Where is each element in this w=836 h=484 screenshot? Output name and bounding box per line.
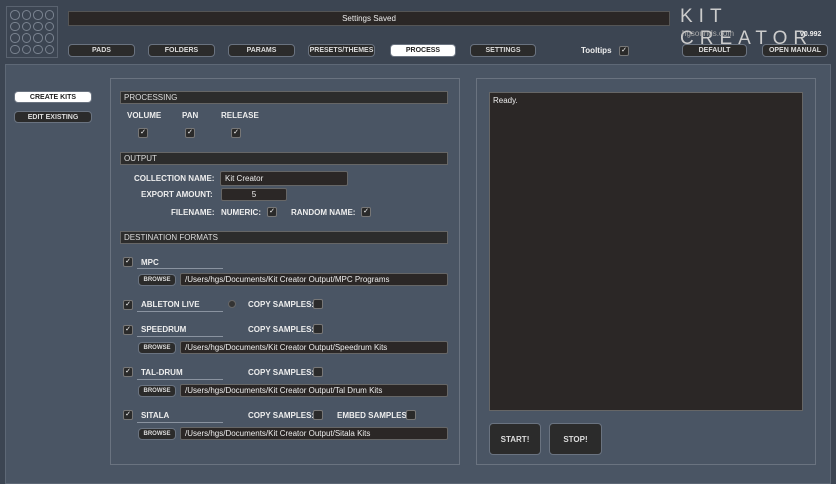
mpc-label: MPC bbox=[141, 258, 159, 267]
sitala-embed-samples-checkbox[interactable] bbox=[406, 410, 416, 420]
volume-checkbox[interactable]: ✓ bbox=[138, 128, 148, 138]
numeric-checkbox[interactable]: ✓ bbox=[267, 207, 277, 217]
brand-title: KIT CREATOR bbox=[680, 6, 814, 49]
tooltips-label: Tooltips bbox=[581, 46, 612, 55]
edit-existing-button[interactable]: EDIT EXISTING bbox=[14, 111, 92, 123]
create-kits-button[interactable]: CREATE KITS bbox=[14, 91, 92, 103]
version-label: v0.992 bbox=[800, 31, 822, 38]
tal-drum-browse-button[interactable]: BROWSE bbox=[138, 385, 176, 397]
pan-checkbox[interactable]: ✓ bbox=[185, 128, 195, 138]
mpc-checkbox[interactable]: ✓ bbox=[123, 257, 133, 267]
start-button[interactable]: START! bbox=[489, 423, 541, 455]
release-checkbox[interactable]: ✓ bbox=[231, 128, 241, 138]
processing-header: PROCESSING bbox=[120, 91, 448, 104]
ableton-label: ABLETON LIVE bbox=[141, 300, 200, 309]
log-output[interactable]: Ready. bbox=[489, 92, 803, 411]
destination-formats-header: DESTINATION FORMATS bbox=[120, 231, 448, 244]
volume-label: VOLUME bbox=[127, 111, 162, 120]
mpc-underline bbox=[137, 268, 223, 269]
tab-presets-themes[interactable]: PRESETS/THEMES bbox=[308, 44, 375, 57]
output-header: OUTPUT bbox=[120, 152, 448, 165]
brand-site: hgsounds.com bbox=[682, 29, 735, 38]
collection-name-input[interactable]: Kit Creator bbox=[220, 171, 348, 186]
tab-process[interactable]: PROCESS bbox=[390, 44, 456, 57]
ableton-underline bbox=[137, 311, 223, 312]
numeric-label: NUMERIC: bbox=[221, 208, 261, 217]
tooltips-checkbox[interactable]: ✓ bbox=[619, 46, 629, 56]
release-label: RELEASE bbox=[221, 111, 259, 120]
tal-drum-copy-samples-label: COPY SAMPLES: bbox=[248, 368, 315, 377]
tal-drum-path-field[interactable]: /Users/hgs/Documents/Kit Creator Output/… bbox=[180, 384, 448, 397]
sitala-browse-button[interactable]: BROWSE bbox=[138, 428, 176, 440]
tab-pads[interactable]: PADS bbox=[68, 44, 135, 57]
speedrum-browse-button[interactable]: BROWSE bbox=[138, 342, 176, 354]
random-name-checkbox[interactable]: ✓ bbox=[361, 207, 371, 217]
tab-params[interactable]: PARAMS bbox=[228, 44, 295, 57]
speedrum-underline bbox=[137, 336, 223, 337]
logo-pad-grid bbox=[6, 6, 58, 58]
tab-folders[interactable]: FOLDERS bbox=[148, 44, 215, 57]
stop-button[interactable]: STOP! bbox=[549, 423, 602, 455]
ableton-checkbox[interactable]: ✓ bbox=[123, 300, 133, 310]
speedrum-copy-samples-checkbox[interactable] bbox=[313, 324, 323, 334]
random-name-label: RANDOM NAME: bbox=[291, 208, 356, 217]
sitala-checkbox[interactable]: ✓ bbox=[123, 410, 133, 420]
speedrum-checkbox[interactable]: ✓ bbox=[123, 325, 133, 335]
tal-drum-copy-samples-checkbox[interactable] bbox=[313, 367, 323, 377]
sitala-copy-samples-checkbox[interactable] bbox=[313, 410, 323, 420]
tal-drum-checkbox[interactable]: ✓ bbox=[123, 367, 133, 377]
sitala-embed-samples-label: EMBED SAMPLES: bbox=[337, 411, 410, 420]
tal-drum-label: TAL-DRUM bbox=[141, 368, 183, 377]
pan-label: PAN bbox=[182, 111, 199, 120]
sitala-label: SITALA bbox=[141, 411, 170, 420]
ableton-copy-samples-checkbox[interactable] bbox=[313, 299, 323, 309]
mpc-path-field[interactable]: /Users/hgs/Documents/Kit Creator Output/… bbox=[180, 273, 448, 286]
mpc-browse-button[interactable]: BROWSE bbox=[138, 274, 176, 286]
collection-name-label: COLLECTION NAME: bbox=[134, 174, 215, 183]
sitala-underline bbox=[137, 422, 223, 423]
sitala-copy-samples-label: COPY SAMPLES: bbox=[248, 411, 315, 420]
status-bar: Settings Saved bbox=[68, 11, 670, 26]
ableton-copy-samples-label: COPY SAMPLES: bbox=[248, 300, 315, 309]
speedrum-label: SPEEDRUM bbox=[141, 325, 187, 334]
info-icon[interactable] bbox=[228, 300, 236, 308]
settings-panel bbox=[110, 78, 460, 465]
speedrum-copy-samples-label: COPY SAMPLES: bbox=[248, 325, 315, 334]
sitala-path-field[interactable]: /Users/hgs/Documents/Kit Creator Output/… bbox=[180, 427, 448, 440]
tal-drum-underline bbox=[137, 379, 223, 380]
speedrum-path-field[interactable]: /Users/hgs/Documents/Kit Creator Output/… bbox=[180, 341, 448, 354]
export-amount-label: EXPORT AMOUNT: bbox=[141, 190, 213, 199]
filename-label: FILENAME: bbox=[171, 208, 215, 217]
export-amount-input[interactable]: 5 bbox=[221, 188, 287, 201]
tab-settings[interactable]: SETTINGS bbox=[470, 44, 536, 57]
